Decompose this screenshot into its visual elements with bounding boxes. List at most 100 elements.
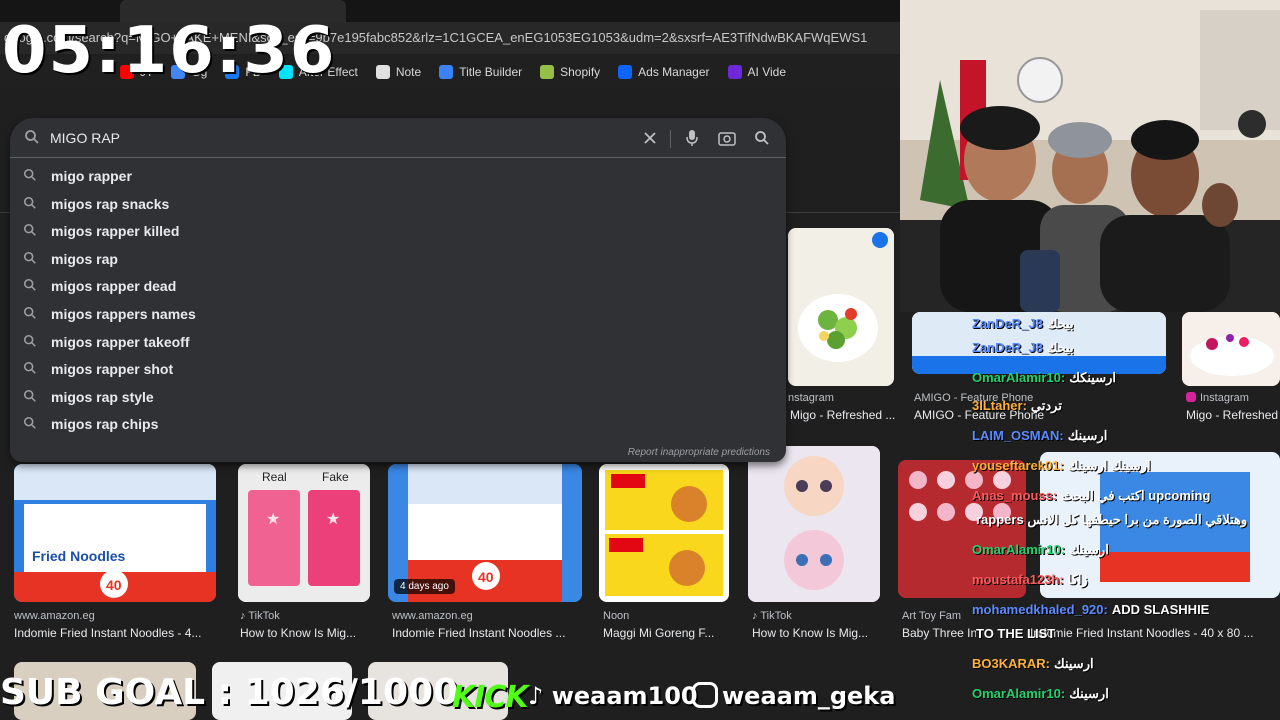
chat-message: BO3KARAR: ارسينك [972, 656, 1094, 672]
chat-username: OmarAlamir10: [972, 542, 1066, 557]
chat-username: ZanDeR_J8 [972, 316, 1043, 331]
chat-username: ZanDeR_J8 [972, 340, 1043, 355]
result-source: www.amazon.eg [392, 610, 473, 622]
image-result-indomie-2[interactable]: 40 4 days ago [388, 464, 582, 602]
chat-text: بيحك [1046, 316, 1074, 331]
tiktok-icon: ♪ [528, 682, 544, 710]
suggestion-text: migo rapper [51, 168, 132, 184]
search-icon [23, 416, 37, 435]
search-icon [23, 361, 37, 380]
bookmark-item[interactable]: Shopify [540, 65, 600, 79]
bookmark-item[interactable]: Title Builder [439, 65, 522, 79]
search-input[interactable] [50, 126, 610, 150]
result-title[interactable]: How to Know Is Mig... [240, 626, 370, 640]
result-title[interactable]: How to Know Is Mig... [752, 626, 878, 640]
search-icon [23, 389, 37, 408]
result-title[interactable]: Indomie Fried Instant Noodles ... [392, 626, 580, 640]
result-source: www.amazon.eg [14, 610, 95, 622]
chat-message: rappers وهتلاقي الصورة من برا حيطفها كل … [972, 512, 1247, 528]
chat-text: اكتب في البحث upcoming [1061, 488, 1211, 503]
chat-username: mohamedkhaled_920: [972, 602, 1108, 617]
report-link[interactable]: Report inappropriate predictions [628, 447, 770, 458]
result-source: Noon [603, 610, 630, 622]
suggestion-item[interactable]: migos rapper dead [10, 272, 786, 299]
suggestion-item[interactable]: migos rapper shot [10, 355, 786, 382]
chat-message: moustafa123h: زاكا [972, 572, 1088, 588]
image-result-salad[interactable] [788, 228, 894, 386]
search-icon [23, 278, 37, 297]
chat-message: LAIM_OSMAN: ارسينك [972, 428, 1107, 444]
suggestion-item[interactable]: migos rap snacks [10, 190, 786, 217]
suggestion-item[interactable]: migos rapper takeoff [10, 328, 786, 355]
webcam-image [900, 0, 1280, 312]
image-result-maggi[interactable] [599, 464, 729, 602]
suggestion-text: migos rap chips [51, 416, 159, 433]
chat-text: ارسينك [1069, 686, 1109, 701]
bookmark-icon [540, 65, 555, 79]
chat-text: TO THE LIST [976, 626, 1056, 641]
instagram-handle-text: weaam_geka [722, 682, 896, 710]
clear-icon[interactable] [638, 126, 662, 150]
suggestion-item[interactable]: migos rapper killed [10, 217, 786, 244]
image-result-dolls[interactable] [748, 446, 880, 602]
stream-clock: 05:16:36 [2, 14, 337, 88]
search-submit-icon[interactable] [750, 126, 774, 150]
suggestion-text: migos rap style [51, 388, 154, 405]
svg-text:40: 40 [478, 569, 494, 585]
result-source-label: TikTok [760, 610, 792, 622]
result-source: ♪ TikTok [240, 610, 280, 622]
bookmark-label: Title Builder [459, 65, 523, 79]
camera-icon[interactable] [715, 126, 739, 150]
suggestion-text: migos rapper shot [51, 361, 174, 378]
search-bar [10, 118, 786, 158]
result-title[interactable]: Indomie Fried Instant Noodles - 4... [14, 626, 214, 640]
search-icon [24, 129, 40, 150]
image-result-indomie-1[interactable]: 40 Fried Noodles [14, 464, 216, 602]
chat-message: Anas_mouss: اكتب في البحث upcoming [972, 488, 1210, 504]
chat-text: زاكا [1067, 572, 1088, 587]
chat-username: BO3KARAR: [972, 656, 1050, 671]
tile-label: Fried Noodles [32, 548, 126, 564]
result-title[interactable]: Migo - Refreshed ... [790, 408, 895, 422]
search-icon [23, 334, 37, 353]
suggestion-text: migos rap [51, 250, 118, 267]
chat-text: بيحك [1046, 340, 1074, 355]
chat-message: OmarAlamir10: ارسينك [972, 542, 1109, 558]
bookmark-icon [375, 65, 390, 79]
bookmark-icon [439, 65, 454, 79]
chat-username: youseftarek01: [972, 458, 1064, 473]
kick-logo: KICK [452, 680, 529, 715]
suggestion-item[interactable]: migo rapper [10, 162, 786, 189]
suggestion-item[interactable]: migos rap chips [10, 410, 786, 437]
bookmark-item[interactable]: AI Vide [727, 65, 786, 79]
bookmark-icon [618, 65, 633, 79]
svg-text:40: 40 [106, 577, 122, 593]
microphone-icon[interactable] [680, 126, 704, 150]
chat-text: ADD SLASHHIE [1111, 602, 1210, 617]
chat-text: ارسينك [1067, 428, 1108, 443]
suggestion-text: migos rap snacks [51, 195, 170, 212]
image-result-real-fake[interactable]: ★ ★ Real Fake [238, 464, 370, 602]
chat-message: OmarAlamir10: ارسينك [972, 686, 1109, 702]
suggestion-item[interactable]: migos rappers names [10, 300, 786, 327]
bookmark-label: Note [395, 65, 422, 79]
suggestion-item[interactable]: migos rap style [10, 383, 786, 410]
bookmark-item[interactable]: Note [375, 65, 422, 79]
fake-label: Fake [322, 470, 349, 484]
svg-text:★: ★ [326, 511, 340, 528]
stream-chat: ZanDeR_J8 بيحك ZanDeR_J8 بيحك OmarAlamir10: ا… [900, 312, 1280, 720]
search-icon [23, 168, 37, 187]
suggestion-item[interactable]: migos rap [10, 245, 786, 272]
instagram-handle: weaam_geka [692, 682, 895, 710]
date-badge: 4 days ago [394, 579, 455, 594]
search-icon [23, 223, 37, 242]
suggestion-text: migos rapper takeoff [51, 333, 190, 350]
chat-text: تردتي [1030, 398, 1062, 413]
chat-username: moustafa123h: [972, 572, 1064, 587]
chat-message: youseftarek01: ارسينك ارسينك [972, 458, 1151, 474]
result-title[interactable]: Maggi Mi Goreng F... [603, 626, 727, 640]
chat-message: ZanDeR_J8 بيحك [972, 340, 1074, 356]
bookmark-item[interactable]: Ads Manager [618, 65, 710, 79]
tiktok-handle-text: weaam100 [551, 682, 698, 710]
chat-username: OmarAlamir10: [972, 686, 1066, 701]
